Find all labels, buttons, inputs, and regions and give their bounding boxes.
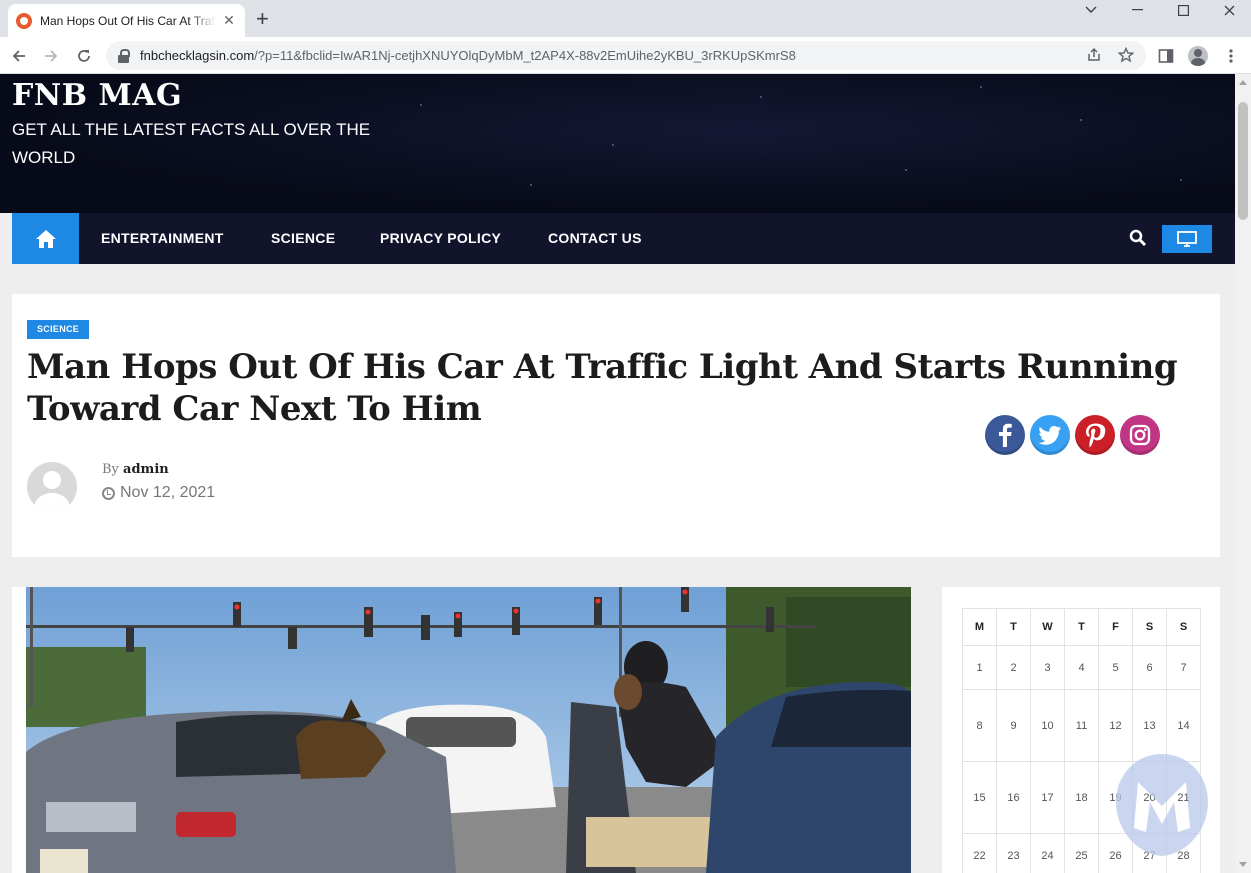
monitor-icon bbox=[1177, 231, 1197, 247]
nav-item-privacy-policy[interactable]: PRIVACY POLICY bbox=[380, 213, 501, 264]
calendar-day: 25 bbox=[1064, 833, 1099, 873]
calendar-day: 3 bbox=[1030, 645, 1065, 690]
nav-item-science[interactable]: SCIENCE bbox=[271, 213, 335, 264]
back-arrow-icon[interactable] bbox=[7, 44, 31, 68]
page-viewport: FNB MAG GET ALL THE LATEST FACTS ALL OVE… bbox=[0, 74, 1251, 873]
calendar-table: M T W T F S S 1 2 3 4 5 6 7 8 9 10 11 12… bbox=[962, 608, 1201, 873]
clock-icon bbox=[102, 486, 115, 500]
instagram-icon[interactable] bbox=[1120, 415, 1160, 455]
calendar-day: 23 bbox=[996, 833, 1031, 873]
tab-close-icon[interactable]: ✕ bbox=[221, 12, 237, 29]
calendar-day: 1 bbox=[962, 645, 997, 690]
search-icon[interactable] bbox=[1129, 229, 1147, 247]
calendar-day: 14 bbox=[1166, 689, 1201, 762]
scroll-up-icon[interactable] bbox=[1239, 80, 1247, 85]
author-byline: By admin bbox=[102, 462, 169, 477]
address-bar[interactable]: fnbchecklagsin.com/?p=11&fbclid=IwAR1Nj-… bbox=[106, 41, 1146, 70]
site-favicon-icon bbox=[16, 12, 32, 29]
calendar-day: 13 bbox=[1132, 689, 1167, 762]
calendar-weekday: S bbox=[1166, 608, 1201, 646]
calendar-day: 8 bbox=[962, 689, 997, 762]
home-icon bbox=[35, 229, 56, 248]
kebab-menu-icon[interactable] bbox=[1221, 46, 1241, 66]
calendar-day: 6 bbox=[1132, 645, 1167, 690]
site-title[interactable]: FNB MAG bbox=[12, 78, 182, 113]
calendar-weekday: M bbox=[962, 608, 997, 646]
calendar-weekday: S bbox=[1132, 608, 1167, 646]
calendar-weekday: F bbox=[1098, 608, 1133, 646]
calendar-day: 24 bbox=[1030, 833, 1065, 873]
facebook-icon[interactable] bbox=[985, 415, 1025, 455]
calendar-day: 27 bbox=[1132, 833, 1167, 873]
minimize-icon[interactable] bbox=[1114, 0, 1160, 20]
plus-icon[interactable]: + bbox=[256, 7, 269, 31]
publish-date: Nov 12, 2021 bbox=[102, 484, 215, 502]
traffic-scene-image bbox=[26, 587, 911, 873]
calendar-day: 10 bbox=[1030, 689, 1065, 762]
home-button[interactable] bbox=[12, 213, 79, 264]
close-icon[interactable] bbox=[1206, 0, 1251, 20]
category-badge[interactable]: SCIENCE bbox=[27, 320, 90, 339]
calendar-weekday: T bbox=[1064, 608, 1099, 646]
calendar-weekday: T bbox=[996, 608, 1031, 646]
nav-item-entertainment[interactable]: ENTERTAINMENT bbox=[101, 213, 224, 264]
calendar-day: 19 bbox=[1098, 761, 1133, 834]
scroll-down-icon[interactable] bbox=[1239, 862, 1247, 867]
article-header-card: SCIENCE Man Hops Out Of His Car At Traff… bbox=[12, 294, 1220, 557]
browser-tab[interactable]: Man Hops Out Of His Car At Traffic Light… bbox=[8, 4, 245, 37]
calendar-weekday: W bbox=[1030, 608, 1065, 646]
calendar-day: 26 bbox=[1098, 833, 1133, 873]
calendar-widget: M T W T F S S 1 2 3 4 5 6 7 8 9 10 11 12… bbox=[942, 587, 1220, 873]
scrollbar-thumb[interactable] bbox=[1238, 102, 1248, 220]
calendar-day: 2 bbox=[996, 645, 1031, 690]
pinterest-icon[interactable] bbox=[1075, 415, 1115, 455]
site-header: FNB MAG GET ALL THE LATEST FACTS ALL OVE… bbox=[0, 74, 1235, 213]
calendar-day: 17 bbox=[1030, 761, 1065, 834]
tab-title: Man Hops Out Of His Car At Traffic Light… bbox=[40, 13, 216, 28]
url-text: fnbchecklagsin.com/?p=11&fbclid=IwAR1Nj-… bbox=[140, 48, 796, 63]
bookmark-star-icon[interactable] bbox=[1117, 46, 1135, 67]
calendar-day: 11 bbox=[1064, 689, 1099, 762]
nav-item-contact-us[interactable]: CONTACT US bbox=[548, 213, 642, 264]
calendar-day: 5 bbox=[1098, 645, 1133, 690]
calendar-day: 15 bbox=[962, 761, 997, 834]
profile-avatar-icon[interactable] bbox=[1188, 46, 1208, 66]
calendar-day: 4 bbox=[1064, 645, 1099, 690]
vertical-scrollbar[interactable] bbox=[1235, 74, 1251, 873]
calendar-day: 18 bbox=[1064, 761, 1099, 834]
tab-strip: Man Hops Out Of His Car At Traffic Light… bbox=[0, 0, 1251, 37]
chevron-down-icon[interactable] bbox=[1068, 0, 1114, 20]
calendar-day: 28 bbox=[1166, 833, 1201, 873]
author-name-link[interactable]: admin bbox=[123, 462, 169, 477]
twitter-icon[interactable] bbox=[1030, 415, 1070, 455]
calendar-day: 16 bbox=[996, 761, 1031, 834]
featured-image[interactable] bbox=[12, 587, 911, 873]
calendar-day: 12 bbox=[1098, 689, 1133, 762]
maximize-icon[interactable] bbox=[1160, 0, 1206, 20]
calendar-day: 20 bbox=[1132, 761, 1167, 834]
reload-icon[interactable] bbox=[72, 44, 96, 68]
browser-toolbar: fnbchecklagsin.com/?p=11&fbclid=IwAR1Nj-… bbox=[0, 37, 1251, 74]
calendar-day: 9 bbox=[996, 689, 1031, 762]
side-panel-icon[interactable] bbox=[1156, 46, 1176, 66]
author-avatar[interactable] bbox=[27, 462, 77, 512]
social-share-buttons bbox=[985, 415, 1160, 455]
calendar-day: 7 bbox=[1166, 645, 1201, 690]
lock-icon[interactable] bbox=[118, 48, 130, 63]
monitor-button[interactable] bbox=[1162, 225, 1212, 253]
main-navigation: ENTERTAINMENT SCIENCE PRIVACY POLICY CON… bbox=[12, 213, 1235, 264]
site-tagline: GET ALL THE LATEST FACTS ALL OVER THE WO… bbox=[12, 120, 371, 167]
calendar-day: 22 bbox=[962, 833, 997, 873]
calendar-day: 21 bbox=[1166, 761, 1201, 834]
forward-arrow-icon[interactable] bbox=[39, 44, 63, 68]
share-icon[interactable] bbox=[1086, 47, 1102, 67]
